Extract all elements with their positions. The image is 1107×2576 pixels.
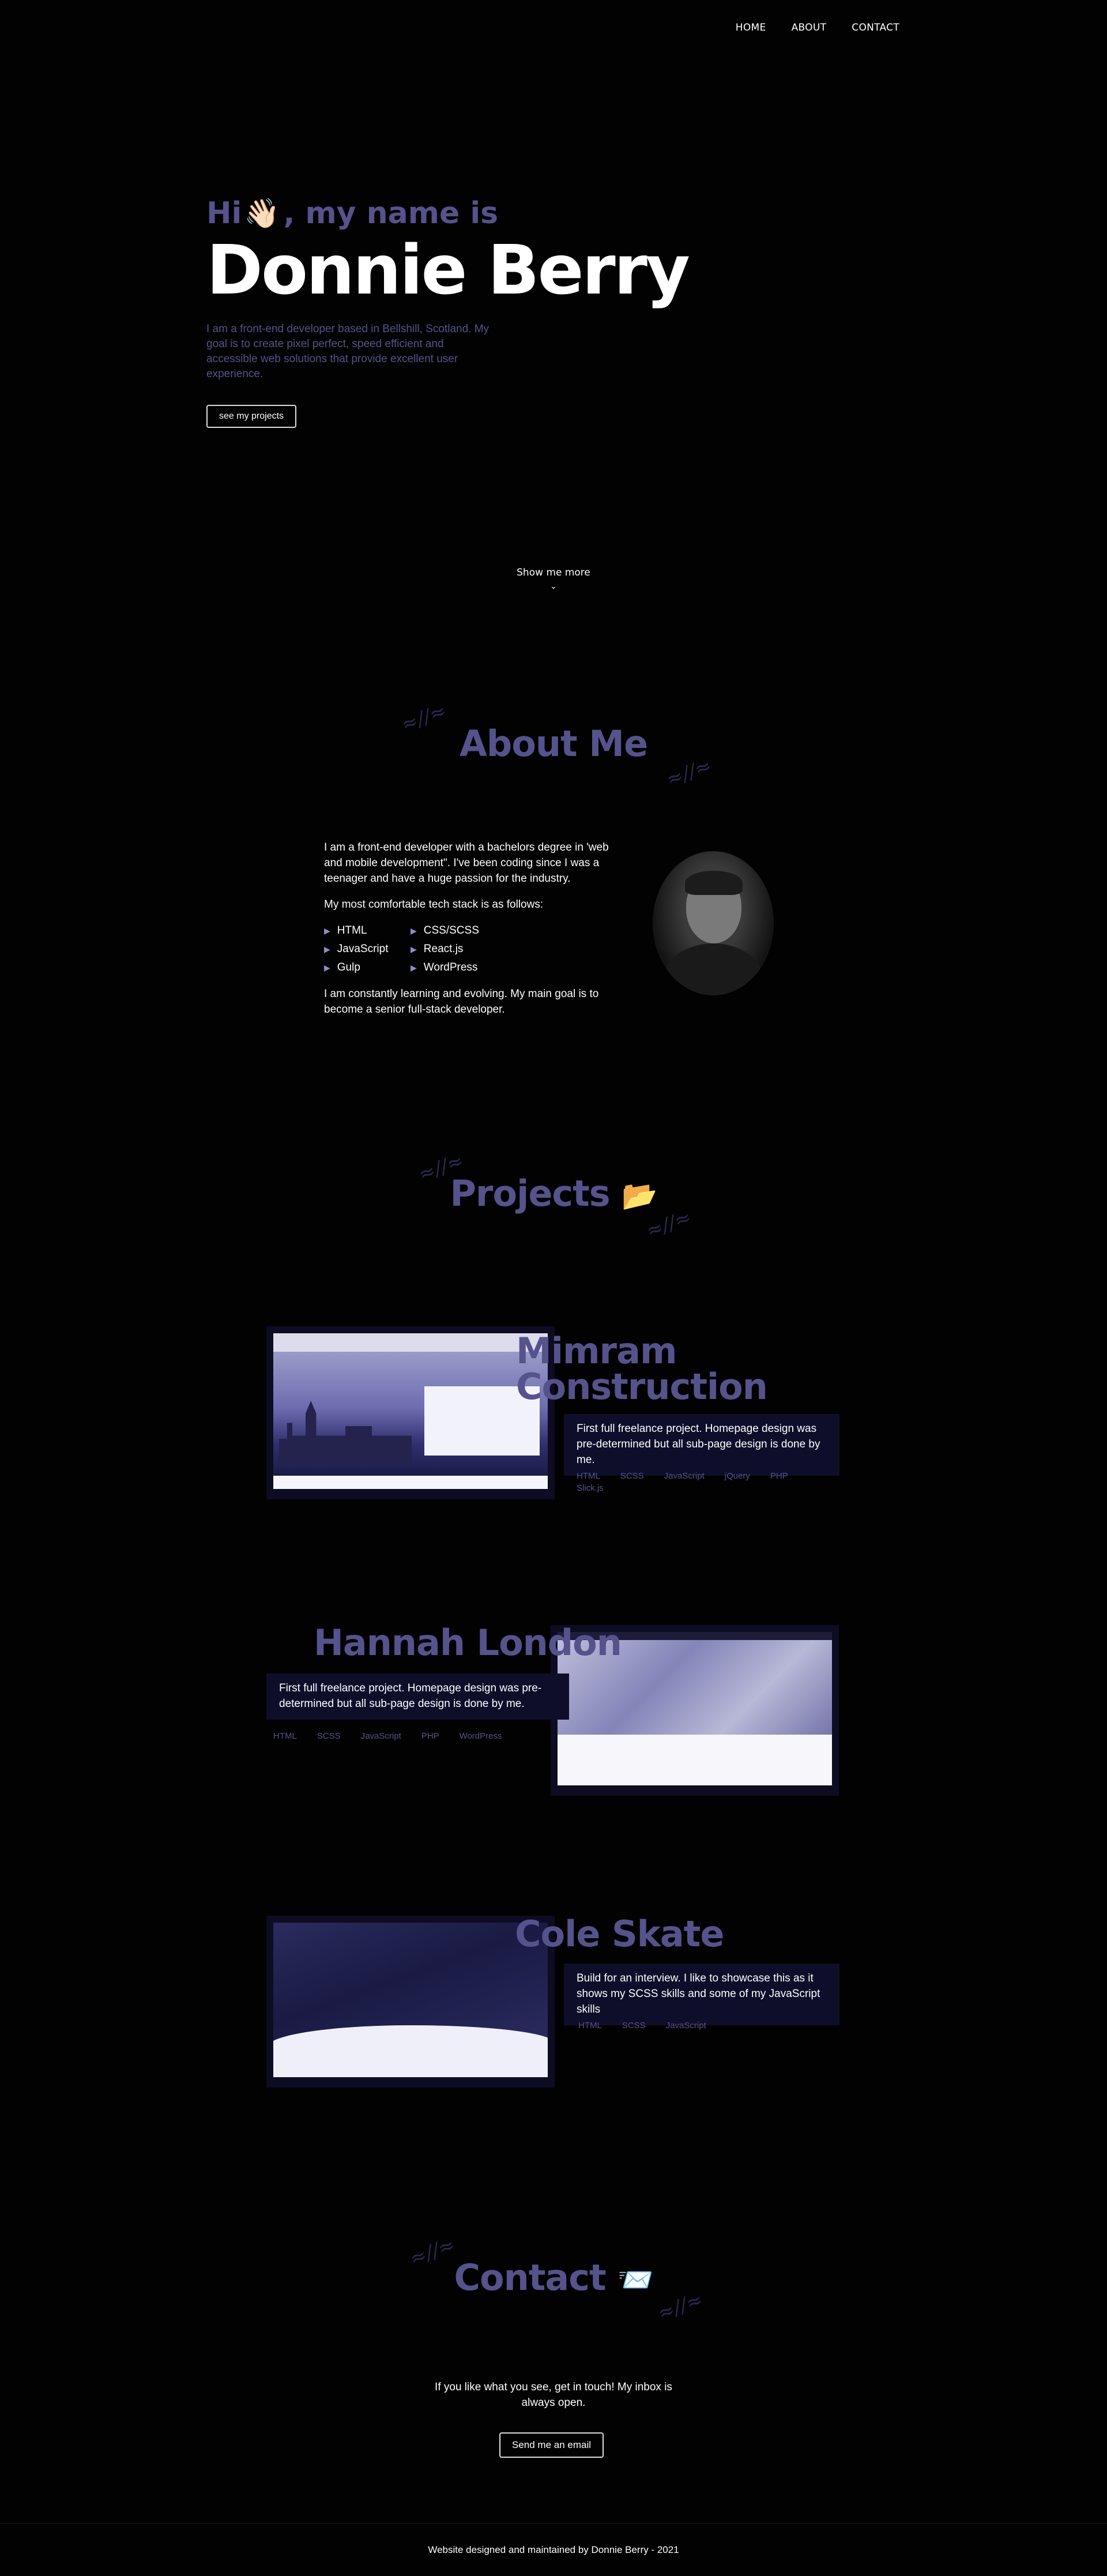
tag: JavaScript <box>664 1471 705 1481</box>
triangle-bullet-icon: ▶ <box>324 945 330 954</box>
project-description: First full freelance project. Homepage d… <box>564 1414 839 1476</box>
project-tags: HTML SCSS JavaScript jQuery PHP Slick.js <box>577 1471 807 1493</box>
footer: Website designed and maintained by Donni… <box>0 2523 1107 2576</box>
mimram-screenshot[interactable] <box>266 1326 555 1499</box>
project-tags: HTML SCSS JavaScript <box>578 2021 809 2030</box>
main-nav: HOME ABOUT CONTACT <box>736 22 899 33</box>
project-title: Mimram Construction <box>516 1330 768 1408</box>
project-description: Build for an interview. I like to showca… <box>564 1964 839 2025</box>
tag: Slick.js <box>577 1483 604 1493</box>
tag: JavaScript <box>665 2021 706 2030</box>
about-paragraph: I am a front-end developer with a bachel… <box>324 841 609 885</box>
triangle-bullet-icon: ▶ <box>324 926 330 935</box>
greeting-suffix: , my name is <box>283 196 499 231</box>
hero-name: Donnie Berry <box>206 230 690 310</box>
hero-section: Hi 👋🏻 , my name is Donnie Berry I am a f… <box>206 196 725 428</box>
about-paragraph: I am constantly learning and evolving. M… <box>324 988 599 1016</box>
contact-heading: Contact 📨 <box>0 2257 1107 2299</box>
hero-description: I am a front-end developer based in Bell… <box>206 322 490 380</box>
triangle-bullet-icon: ▶ <box>411 963 417 972</box>
about-paragraph: My most comfortable tech stack is as fol… <box>324 898 544 911</box>
triangle-bullet-icon: ▶ <box>324 963 330 972</box>
footer-text: Website designed and maintained by Donni… <box>428 2544 679 2555</box>
tag: HTML <box>578 2021 602 2030</box>
about-text: I am a front-end developer with a bachel… <box>324 840 612 1028</box>
triangle-bullet-icon: ▶ <box>411 945 417 954</box>
waving-hand-icon: 👋🏻 <box>244 196 280 230</box>
see-projects-button[interactable]: see my projects <box>206 404 297 428</box>
nav-about-link[interactable]: ABOUT <box>792 22 827 33</box>
tag: PHP <box>770 1471 788 1481</box>
project-title: Hannah London <box>314 1622 622 1664</box>
profile-photo <box>653 851 774 995</box>
list-item: ▶ WordPress <box>411 961 478 973</box>
about-heading: About Me <box>459 723 648 765</box>
cole-skate-screenshot[interactable] <box>266 1916 555 2088</box>
list-item: ▶ Gulp <box>324 961 360 973</box>
chevron-down-icon: ⌄ <box>550 582 557 591</box>
tech-stack-list: ▶ HTML ▶ CSS/SCSS ▶ JavaScript ▶ React.js ▶ G… <box>324 923 612 976</box>
contact-text: If you like what you see, get in touch! … <box>435 2381 672 2409</box>
show-more-link[interactable]: Show me more ⌄ <box>0 567 1107 591</box>
tag: PHP <box>421 1731 439 1741</box>
greeting-text: Hi <box>206 196 242 231</box>
list-item: ▶ HTML <box>324 924 367 937</box>
tag: HTML <box>577 1471 600 1481</box>
list-item: ▶ CSS/SCSS <box>411 924 479 937</box>
tag: WordPress <box>459 1731 502 1741</box>
folder-icon: 📂 <box>622 1179 657 1213</box>
projects-heading-text: Projects <box>450 1172 610 1214</box>
tag: SCSS <box>620 1471 644 1481</box>
tag: HTML <box>273 1731 297 1741</box>
tag: JavaScript <box>360 1731 401 1741</box>
tag: jQuery <box>724 1471 750 1481</box>
triangle-bullet-icon: ▶ <box>411 926 417 935</box>
hero-greeting: Hi 👋🏻 , my name is <box>206 196 725 231</box>
send-email-button[interactable]: Send me an email <box>499 2432 604 2458</box>
tag: SCSS <box>317 1731 341 1741</box>
project-tags: HTML SCSS JavaScript PHP WordPress <box>273 1731 562 1741</box>
nav-contact-link[interactable]: CONTACT <box>852 22 899 33</box>
envelope-icon: 📨 <box>617 2263 653 2297</box>
nav-home-link[interactable]: HOME <box>736 22 766 33</box>
tag: SCSS <box>622 2021 646 2030</box>
list-item: ▶ JavaScript <box>324 943 389 955</box>
projects-heading: Projects 📂 <box>0 1172 1107 1214</box>
project-description: First full freelance project. Homepage d… <box>266 1674 569 1720</box>
list-item: ▶ React.js <box>411 943 464 955</box>
contact-heading-text: Contact <box>454 2257 607 2299</box>
project-title: Cole Skate <box>515 1913 724 1955</box>
show-more-label: Show me more <box>517 567 590 578</box>
